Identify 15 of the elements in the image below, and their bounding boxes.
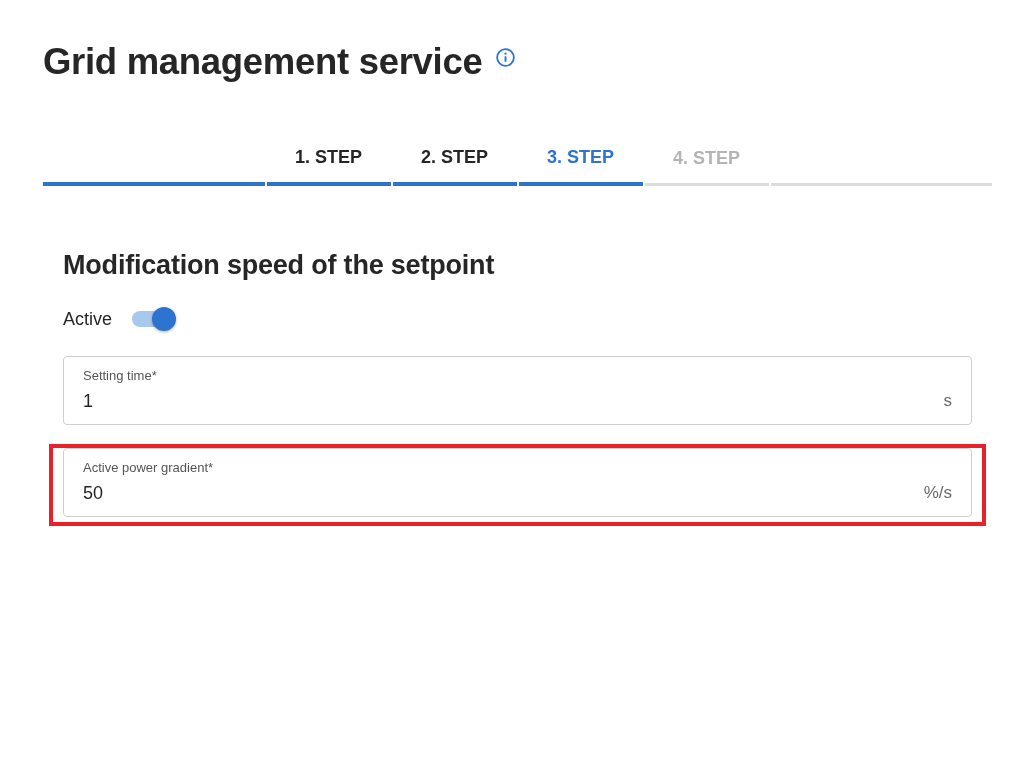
- field-value: 1: [83, 390, 93, 413]
- unit-label: s: [943, 390, 952, 412]
- field-label: Active power gradient*: [83, 459, 214, 477]
- field-value: 50: [83, 482, 104, 505]
- input-field[interactable]: Setting time* 1 s: [63, 356, 972, 425]
- unit-label: %/s: [923, 482, 952, 504]
- step-tab[interactable]: 3. STEP: [518, 146, 643, 168]
- toggle-label: Active: [63, 307, 113, 331]
- section-heading: Modification speed of the setpoint: [63, 249, 496, 281]
- info-icon[interactable]: [496, 48, 516, 67]
- page-title: Grid management service: [43, 40, 483, 83]
- field-label: Setting time*: [83, 367, 157, 385]
- step-tab[interactable]: 2. STEP: [392, 146, 517, 168]
- step-tab[interactable]: 1. STEP: [266, 146, 391, 168]
- input-field[interactable]: Active power gradient* 50 %/s: [63, 448, 972, 517]
